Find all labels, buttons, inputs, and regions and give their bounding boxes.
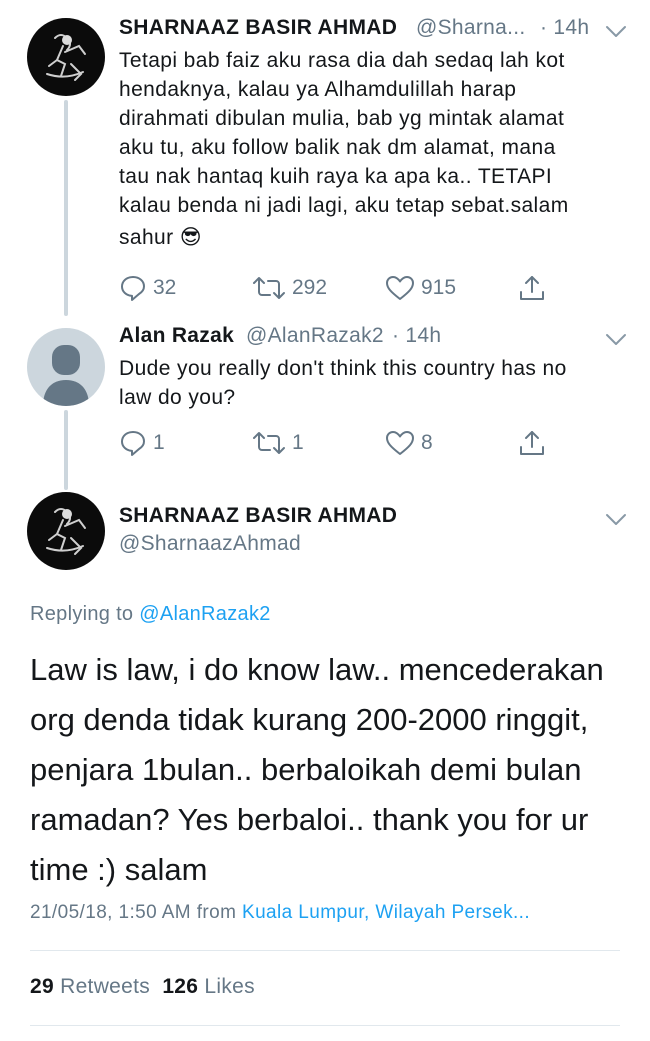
tweet-text: Tetapi bab faiz aku rasa dia dah sedaq l… [119,46,569,252]
thread-connector [64,410,68,490]
author-name[interactable]: SHARNAAZ BASIR AHMAD [119,504,397,528]
text-line: Law is law, i do know law.. mencederakan [30,652,604,687]
like-button[interactable]: 8 [385,429,433,457]
like-button[interactable]: 915 [385,274,456,302]
retweet-total: 29 [30,975,54,998]
text-line: aku tu, aku follow balik nak dm alamat, … [119,136,556,159]
text-line: org denda tidak kurang 200-2000 ringgit, [30,702,589,737]
reply-button[interactable]: 32 [119,274,176,302]
tweet-text: Law is law, i do know law.. mencederakan… [30,645,604,895]
text-line: hendaknya, kalau ya Alhamdulillah harap [119,78,517,101]
retweet-icon [253,432,285,454]
heart-icon [386,276,414,300]
avatar-image [46,34,86,81]
avatar[interactable] [27,328,105,406]
reply-count: 32 [153,276,177,299]
chevron-down-icon[interactable] [604,23,628,39]
text-line: Tetapi bab faiz aku rasa dia dah sedaq l… [119,49,565,72]
replying-to: Replying to @AlanRazak2 [30,603,271,626]
chevron-down-icon[interactable] [604,331,628,347]
retweet-button[interactable]: 292 [252,274,327,302]
text-line: ramadan? Yes berbaloi.. thank you for ur [30,802,589,837]
text-line-last: sahur [119,226,174,249]
reply-icon [121,431,145,456]
share-button[interactable] [517,428,547,458]
sunglasses-emoji: 😎 [179,226,203,249]
avatar-image [46,508,86,555]
like-count: 8 [421,431,433,454]
text-line: law do you? [119,386,236,409]
default-avatar-icon [43,345,89,406]
retweet-button[interactable]: 1 [252,429,304,457]
thread-connector [64,100,68,316]
text-line: Dude you really don't think this country… [119,357,567,380]
reply-count: 1 [153,431,165,454]
retweet-icon [253,277,285,299]
reply-button[interactable]: 1 [119,429,165,457]
retweets-stat[interactable]: 29 Retweets [30,975,150,998]
tweet-text: Dude you really don't think this country… [119,354,567,412]
heart-icon [386,431,414,455]
replying-to-link[interactable]: @AlanRazak2 [139,603,270,625]
like-label: Likes [204,975,255,998]
share-icon [520,431,544,455]
text-line: kalau benda ni jadi lagi, aku tetap seba… [119,194,569,217]
replying-prefix: Replying to [30,603,134,625]
timestamp: 21/05/18, 1:50 AM from [30,902,237,923]
likes-stat[interactable]: 126 Likes [162,975,255,998]
retweet-label: Retweets [60,975,151,998]
avatar[interactable] [27,18,105,96]
divider [30,950,620,951]
divider [30,1025,620,1026]
share-icon [520,276,544,300]
retweet-count: 1 [292,431,304,454]
author-name[interactable]: SHARNAAZ BASIR AHMAD [119,16,397,40]
engagement-stats: 29 Retweets 126 Likes [30,975,255,999]
text-line: tau nak hantaq kuih raya ka apa ka.. TET… [119,165,553,188]
chevron-down-icon[interactable] [604,511,628,527]
tweet-meta: 21/05/18, 1:50 AM from Kuala Lumpur, Wil… [30,902,530,924]
author-name[interactable]: Alan Razak [119,324,234,348]
author-handle[interactable]: @Sharna... [416,16,526,40]
retweet-count: 292 [292,276,328,299]
tweet-time[interactable]: · 14h [392,324,441,348]
like-total: 126 [162,975,199,998]
text-line: time :) salam [30,852,208,887]
text-line: sahur 😎 [119,223,569,252]
avatar[interactable] [27,492,105,570]
share-button[interactable] [517,273,547,303]
like-count: 915 [421,276,457,299]
text-line: dirahmati dibulan mulia, bab yg mintak a… [119,107,565,130]
author-handle[interactable]: @AlanRazak2 [246,324,384,348]
tweet-time[interactable]: · 14h [540,16,589,40]
text-line: penjara 1bulan.. berbaloikah demi bulan [30,752,582,787]
location-link[interactable]: Kuala Lumpur, Wilayah Persek... [242,902,530,923]
author-handle[interactable]: @SharnaazAhmad [119,532,301,556]
reply-icon [121,276,145,301]
